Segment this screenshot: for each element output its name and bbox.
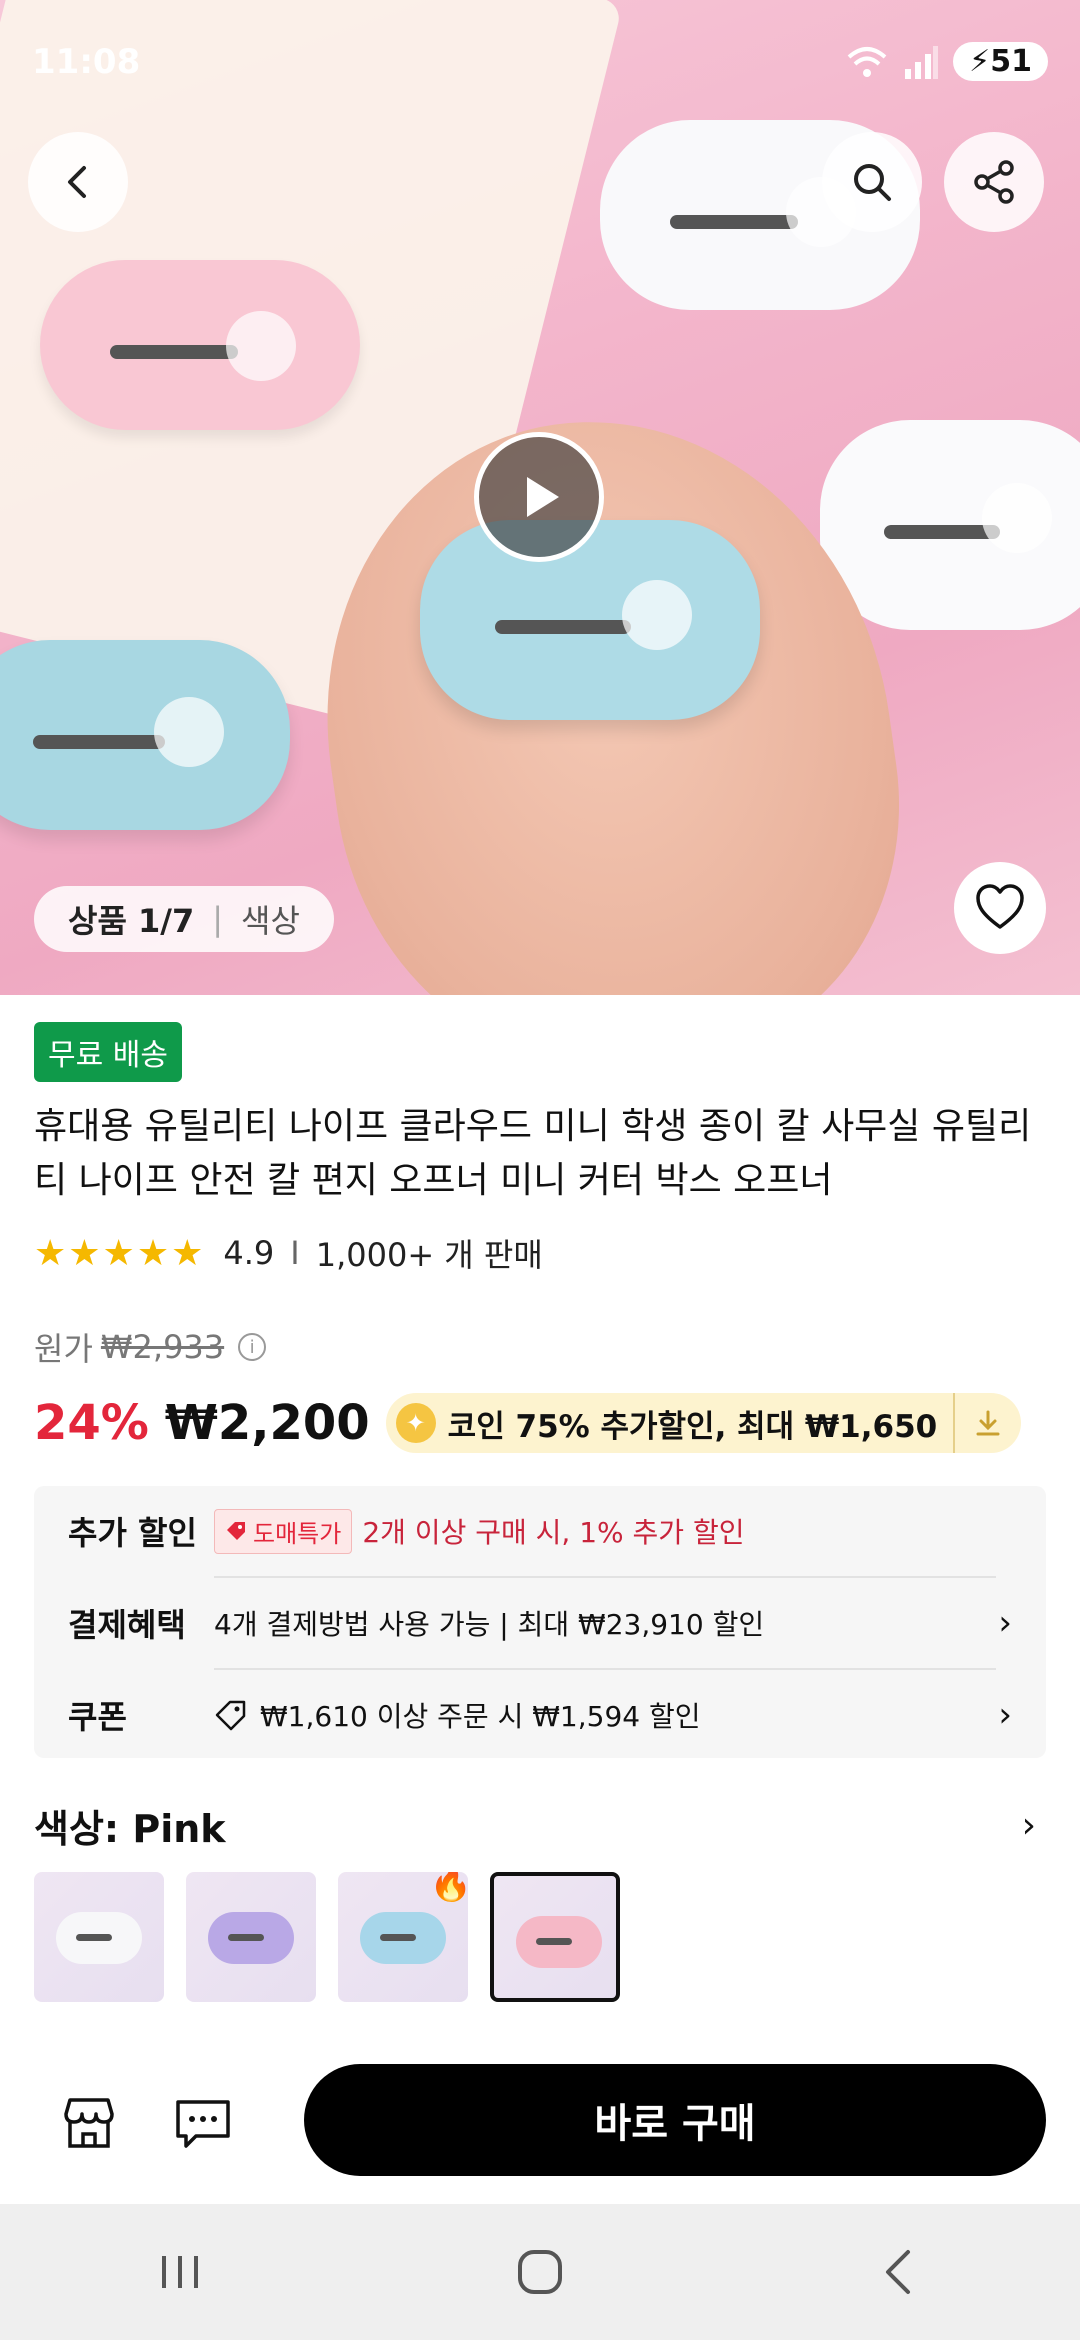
free-shipping-badge: 무료 배송 (34, 1022, 182, 1082)
tag-icon (227, 1522, 245, 1540)
store-button[interactable] (54, 2088, 124, 2158)
share-button[interactable] (944, 132, 1044, 232)
product-title: 휴대용 유틸리티 나이프 클라우드 미니 학생 종이 칼 사무실 유틸리티 나이… (34, 1106, 1032, 1201)
payment-benefit-text: 4개 결제방법 사용 가능 | 최대 ₩23,910 할인 (214, 1608, 765, 1641)
swatch-purple-image (208, 1912, 294, 1964)
coin-discount-text: 코인 75% 추가할인, 최대 ₩1,650 (447, 1408, 938, 1445)
chevron-right-icon: › (998, 1695, 1012, 1735)
extra-discount-label: 추가 할인 (68, 1514, 197, 1552)
recent-apps-icon[interactable] (150, 2242, 210, 2302)
rating-separator: I (290, 1234, 300, 1272)
rating-value: 4.9 (223, 1234, 275, 1272)
current-price: ₩2,200 (164, 1395, 370, 1451)
sold-count: 1,000+ 개 판매 (315, 1236, 543, 1274)
color-selector-header[interactable]: 색상: Pink › (34, 1798, 1046, 1853)
image-counter: 상품 1/7 (68, 902, 195, 940)
swatch-blue-image (360, 1912, 446, 1964)
image-counter-pill[interactable]: 상품 1/7 | 색상 (34, 886, 334, 952)
play-icon (527, 477, 559, 517)
status-icons: ⚡51 (845, 42, 1048, 81)
swatch-purple[interactable] (186, 1872, 316, 2002)
discount-percent: 24% (34, 1395, 149, 1451)
swatch-pink[interactable] (490, 1872, 620, 2002)
battery-level: 51 (990, 44, 1032, 79)
original-price-row: 원가 ₩2,933 i (34, 1324, 267, 1370)
share-icon (974, 160, 1014, 204)
extra-discount-text: 2개 이상 구매 시, 1% 추가 할인 (362, 1516, 745, 1549)
extra-discount-row: 추가 할인 도매특가 2개 이상 구매 시, 1% 추가 할인 (68, 1486, 1012, 1576)
benefits-panel: 추가 할인 도매특가 2개 이상 구매 시, 1% 추가 할인 결제혜택 4개 … (34, 1486, 1046, 1758)
coupon-label: 쿠폰 (68, 1698, 127, 1736)
battery-indicator: ⚡51 (953, 42, 1048, 81)
color-swatches: 🔥 (34, 1872, 620, 2002)
heart-icon (976, 884, 1024, 929)
swatch-white[interactable] (34, 1872, 164, 2002)
star-rating-icon: ★★★★★ (34, 1232, 206, 1274)
info-icon[interactable]: i (238, 1333, 267, 1361)
back-nav-icon[interactable] (870, 2242, 930, 2302)
swatch-pink-image (516, 1916, 602, 1968)
coin-icon: ✦ (395, 1403, 436, 1443)
original-price: ₩2,933 (100, 1328, 225, 1366)
product-image-cloud (820, 420, 1080, 630)
product-image-cloud (420, 520, 760, 720)
hot-flame-icon: 🔥 (429, 1872, 468, 1904)
signal-icon (905, 45, 939, 79)
product-image-carousel[interactable]: 11:08 ⚡51 상품 1/7 | 색상 (0, 0, 1080, 995)
color-label: 색상: Pink (34, 1807, 226, 1851)
product-image-cloud (0, 640, 290, 830)
counter-divider: | (212, 900, 224, 938)
chevron-right-icon: › (998, 1603, 1012, 1643)
home-icon[interactable] (510, 2242, 570, 2302)
payment-benefit-label: 결제혜택 (68, 1606, 186, 1644)
chat-button[interactable] (168, 2088, 238, 2158)
coupon-row[interactable]: 쿠폰 ₩1,610 이상 주문 시 ₩1,594 할인 › (68, 1670, 1012, 1760)
product-image-cloud (40, 260, 360, 430)
chevron-left-icon (68, 166, 86, 198)
status-time: 11:08 (32, 42, 141, 82)
coupon-tag-icon (215, 1700, 246, 1731)
coin-discount-pill[interactable]: ✦ 코인 75% 추가할인, 최대 ₩1,650 (385, 1393, 1022, 1453)
price-row: 24% ₩2,200 ✦ 코인 75% 추가할인, 최대 ₩1,650 (34, 1388, 1022, 1458)
wholesale-tag: 도매특가 (214, 1508, 353, 1554)
search-button[interactable] (822, 132, 922, 232)
payment-benefit-row[interactable]: 결제혜택 4개 결제방법 사용 가능 | 최대 ₩23,910 할인 › (68, 1578, 1012, 1668)
search-icon (854, 164, 891, 201)
buy-now-button[interactable]: 바로 구매 (304, 2064, 1046, 2176)
store-icon (64, 2098, 114, 2148)
wishlist-button[interactable] (954, 862, 1046, 954)
swatch-white-image (56, 1912, 142, 1964)
wholesale-tag-text: 도매특가 (253, 1519, 342, 1548)
system-nav-bar (0, 2204, 1080, 2340)
coupon-text: ₩1,610 이상 주문 시 ₩1,594 할인 (260, 1700, 701, 1733)
chevron-right-icon: › (1021, 1805, 1036, 1846)
swatch-blue[interactable]: 🔥 (338, 1872, 468, 2002)
rating-row[interactable]: ★★★★★ 4.9 I 1,000+ 개 판매 (34, 1230, 543, 1276)
back-button[interactable] (28, 132, 128, 232)
play-video-button[interactable] (474, 432, 604, 562)
status-bar: 11:08 ⚡51 (0, 0, 1080, 120)
color-tab[interactable]: 색상 (241, 896, 300, 942)
download-icon[interactable] (953, 1393, 1021, 1453)
wifi-icon (847, 46, 887, 77)
chat-icon (176, 2100, 230, 2148)
original-price-label: 원가 (34, 1330, 93, 1368)
